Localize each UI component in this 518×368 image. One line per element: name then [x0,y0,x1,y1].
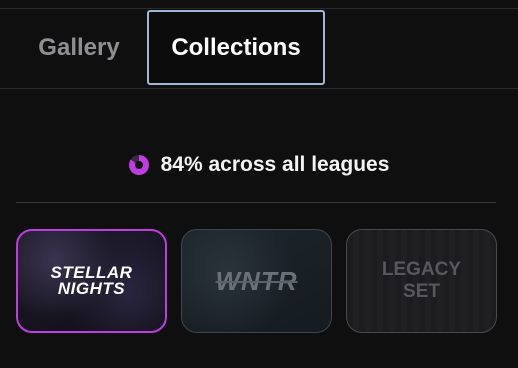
tab-gallery[interactable]: Gallery [20,10,138,85]
collection-logo-wntr: WNTR [215,265,298,296]
top-divider [0,8,518,9]
collection-card-stellar-nights[interactable]: STELLAR NIGHTS [16,229,167,333]
tab-collections[interactable]: Collections [147,10,325,85]
collection-card-wntr[interactable]: WNTR [181,229,332,333]
collection-card-legacy-set[interactable]: LEGACY SET [346,229,497,333]
collections-screen: Gallery Collections 84% across all leagu… [0,0,518,368]
completion-text: 84% across all leagues [160,153,390,176]
collection-list: STELLAR NIGHTS WNTR LEGACY SET [16,229,497,333]
tab-bar: Gallery Collections [0,0,518,89]
completion-summary: 84% across all leagues [0,148,518,182]
collection-logo-legacy-set: LEGACY SET [381,259,462,302]
section-divider [16,202,496,203]
progress-ring-icon [128,155,149,175]
collection-logo-stellar-nights: STELLAR NIGHTS [50,263,133,298]
